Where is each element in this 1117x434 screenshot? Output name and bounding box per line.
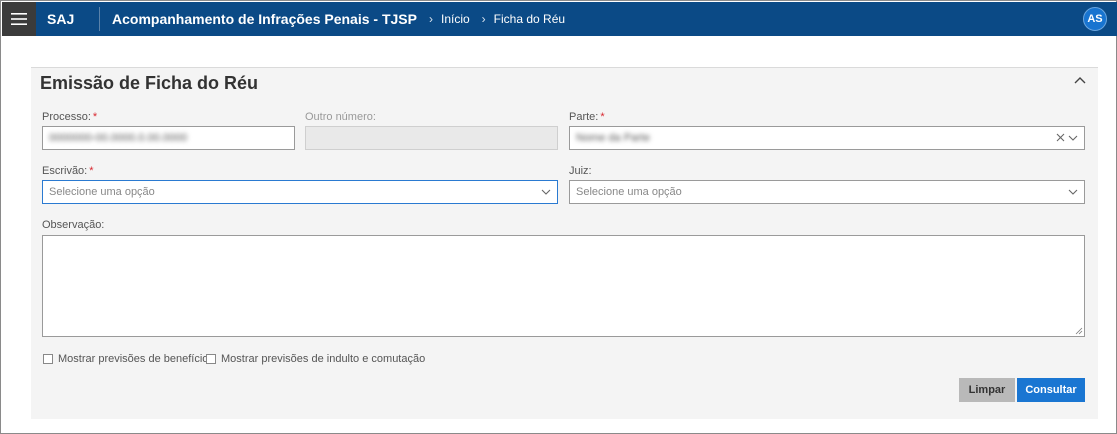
top-navigation-bar: SAJ Acompanhamento de Infrações Penais -… [2, 2, 1117, 36]
chevron-down-icon[interactable] [1068, 134, 1078, 142]
brand-logo[interactable]: SAJ [47, 11, 89, 27]
app-window: SAJ Acompanhamento de Infrações Penais -… [0, 0, 1117, 434]
beneficios-checkbox[interactable] [43, 354, 53, 364]
chevron-down-icon[interactable] [541, 188, 551, 196]
required-marker: * [600, 111, 605, 123]
resize-grip-icon[interactable] [1075, 327, 1083, 335]
header-divider [99, 7, 100, 31]
outro-numero-label: Outro número: [305, 111, 376, 123]
hamburger-menu-button[interactable] [2, 2, 36, 36]
breadcrumb-separator-icon: › [481, 12, 486, 26]
escrivao-placeholder: Selecione uma opção [49, 186, 155, 198]
app-title: Acompanhamento de Infrações Penais - TJS… [112, 11, 417, 27]
required-marker: * [92, 111, 98, 123]
processo-label: Processo: * [42, 111, 98, 123]
parte-select[interactable]: Nome da Parte [569, 126, 1085, 150]
parte-value: Nome da Parte [576, 132, 650, 144]
panel-title: Emissão de Ficha do Réu [40, 73, 259, 93]
beneficios-checkbox-label[interactable]: Mostrar previsões de benefícios [58, 353, 214, 365]
chevron-up-icon[interactable] [1074, 76, 1086, 86]
indulto-checkbox[interactable] [206, 354, 216, 364]
escrivao-select[interactable]: Selecione uma opção [42, 180, 558, 204]
processo-value: 0000000-00.0000.0.00.0000 [49, 132, 188, 144]
limpar-button[interactable]: Limpar [959, 378, 1015, 402]
observacao-label: Observação: [42, 219, 105, 231]
parte-label: Parte: * [569, 111, 605, 123]
hamburger-icon [11, 13, 27, 25]
juiz-placeholder: Selecione uma opção [576, 186, 682, 198]
required-marker: * [89, 165, 94, 177]
clear-icon[interactable] [1056, 133, 1065, 142]
juiz-select[interactable]: Selecione uma opção [569, 180, 1085, 204]
processo-input[interactable]: 0000000-00.0000.0.00.0000 [42, 126, 295, 150]
emissao-ficha-panel: Emissão de Ficha do Réu Processo: * 00000… [31, 67, 1098, 419]
outro-numero-input [305, 126, 558, 150]
breadcrumb-home-link[interactable]: Início [441, 12, 470, 26]
consultar-button[interactable]: Consultar [1017, 378, 1085, 402]
user-avatar[interactable]: AS [1083, 7, 1107, 31]
chevron-down-icon[interactable] [1068, 188, 1078, 196]
breadcrumb-current: Ficha do Réu [493, 12, 566, 26]
juiz-label: Juiz: [569, 165, 592, 177]
breadcrumb-separator-icon: › [428, 12, 433, 26]
indulto-checkbox-label[interactable]: Mostrar previsões de indulto e comutação [221, 353, 425, 365]
escrivao-label: Escrivão: * [42, 165, 94, 177]
observacao-textarea[interactable] [42, 235, 1085, 337]
